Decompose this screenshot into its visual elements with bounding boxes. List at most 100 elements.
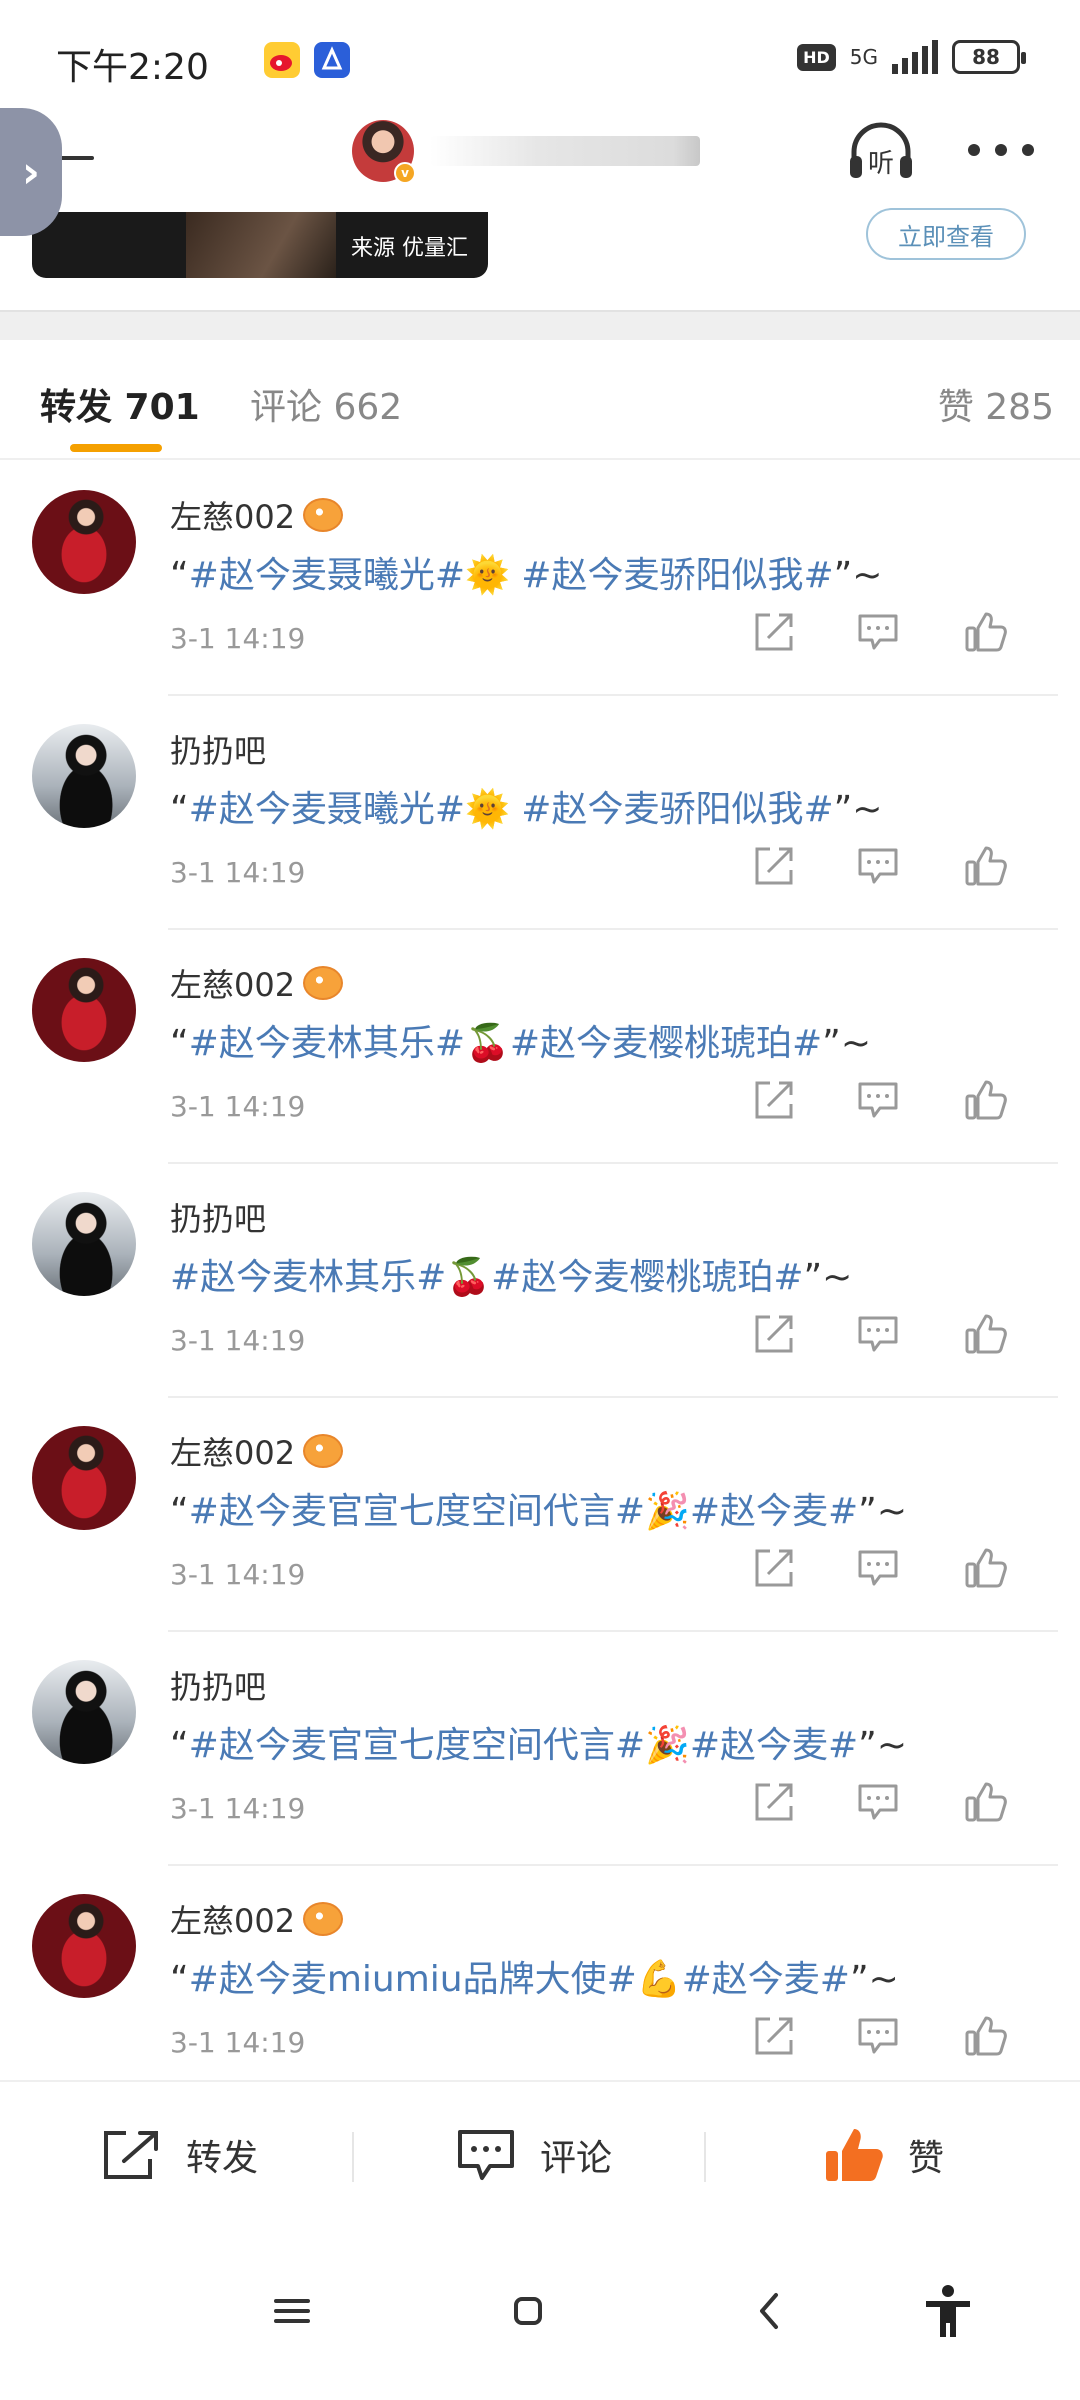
topic-link[interactable]: #赵今麦骄阳似我# <box>521 789 833 830</box>
thumbs-up-icon[interactable] <box>964 1546 1008 1590</box>
hd-badge: HD <box>797 43 836 71</box>
topic-link[interactable]: #赵今麦官宣七度空间代言# <box>189 1491 645 1532</box>
thumbs-up-icon[interactable] <box>964 2014 1008 2058</box>
view-now-button[interactable]: 立即查看 <box>866 208 1026 260</box>
topic-link[interactable]: #赵今麦聂曦光# <box>189 789 465 830</box>
topic-link[interactable]: #赵今麦miumiu品牌大使# <box>189 1959 637 2000</box>
topic-link[interactable]: #赵今麦林其乐# <box>170 1257 446 1298</box>
thumbs-up-icon[interactable] <box>964 1078 1008 1122</box>
username[interactable]: 左慈002 <box>170 492 344 538</box>
side-panel-handle[interactable]: › <box>0 108 62 236</box>
tab-like[interactable]: 赞 285 <box>938 378 1054 430</box>
user-badge-icon <box>303 1434 344 1468</box>
comment-label: 评论 <box>540 2137 613 2179</box>
tab-repost[interactable]: 转发 701 <box>40 378 200 430</box>
timestamp: 3-1 14:19 <box>170 1792 306 1825</box>
user-badge-icon <box>303 966 344 1000</box>
share-icon[interactable] <box>752 2014 796 2058</box>
app-notification-icon <box>314 42 350 78</box>
more-options-button[interactable] <box>968 140 1034 160</box>
chevron-right-icon: › <box>21 146 41 198</box>
bottom-separator <box>352 2132 354 2182</box>
thumbs-up-icon[interactable] <box>964 1780 1008 1824</box>
menu-icon[interactable] <box>262 2281 322 2341</box>
username[interactable]: 左慈002 <box>170 1428 344 1474</box>
thumbs-up-icon[interactable] <box>964 610 1008 654</box>
emoji: 🎉 <box>645 1725 690 1766</box>
topic-link[interactable]: #赵今麦聂曦光# <box>189 555 465 596</box>
share-icon[interactable] <box>752 1078 796 1122</box>
user-avatar[interactable] <box>32 490 136 594</box>
headphones-icon: 听 <box>850 122 912 179</box>
comment-icon[interactable] <box>856 1312 900 1356</box>
username-text: 扔扔吧 <box>170 1668 267 1706</box>
user-avatar[interactable] <box>32 1192 136 1296</box>
list-item[interactable]: 左慈002 “#赵今麦官宣七度空间代言#🎉#赵今麦#”~ 3-1 14:19 <box>0 1398 1080 1632</box>
user-badge-icon <box>303 1902 344 1936</box>
username-text: 左慈002 <box>170 966 296 1004</box>
user-avatar[interactable] <box>32 1894 136 1998</box>
username-text: 左慈002 <box>170 1902 296 1940</box>
list-item[interactable]: 左慈002 “#赵今麦miumiu品牌大使#💪#赵今麦#”~ 3-1 14:19 <box>0 1866 1080 2100</box>
comment-icon[interactable] <box>856 2014 900 2058</box>
list-item[interactable]: 左慈002 “#赵今麦林其乐#🍒#赵今麦樱桃琥珀#”~ 3-1 14:19 <box>0 930 1080 1164</box>
username[interactable]: 扔扔吧 <box>170 1662 266 1708</box>
back-icon[interactable] <box>740 2281 800 2341</box>
share-icon[interactable] <box>752 1312 796 1356</box>
username-text: 扔扔吧 <box>170 732 267 770</box>
topic-link[interactable]: #赵今麦# <box>690 1491 858 1532</box>
timestamp: 3-1 14:19 <box>170 622 306 655</box>
username[interactable]: 扔扔吧 <box>170 1194 266 1240</box>
share-icon[interactable] <box>752 844 796 888</box>
user-avatar[interactable] <box>32 724 136 828</box>
emoji: 🌞 <box>465 555 510 596</box>
verified-badge-icon: v <box>394 162 416 184</box>
user-avatar[interactable] <box>32 1660 136 1764</box>
listen-button[interactable]: 听 <box>846 120 916 184</box>
user-avatar[interactable] <box>32 958 136 1062</box>
user-avatar[interactable] <box>32 1426 136 1530</box>
quote-close: ”~ <box>803 1257 853 1298</box>
comment-icon[interactable] <box>856 610 900 654</box>
list-item[interactable]: 扔扔吧 #赵今麦林其乐#🍒#赵今麦樱桃琥珀#”~ 3-1 14:19 <box>0 1164 1080 1398</box>
thumbs-up-icon[interactable] <box>964 1312 1008 1356</box>
active-tab-indicator <box>70 444 162 452</box>
topic-link[interactable]: #赵今麦# <box>690 1725 858 1766</box>
list-item[interactable]: 扔扔吧 “#赵今麦聂曦光#🌞 #赵今麦骄阳似我#”~ 3-1 14:19 <box>0 696 1080 930</box>
username[interactable]: 扔扔吧 <box>170 726 266 772</box>
topic-link[interactable]: #赵今麦骄阳似我# <box>521 555 833 596</box>
ad-image <box>186 212 336 278</box>
list-item[interactable]: 扔扔吧 “#赵今麦官宣七度空间代言#🎉#赵今麦#”~ 3-1 14:19 <box>0 1632 1080 1866</box>
comment-icon[interactable] <box>856 1078 900 1122</box>
topic-link[interactable]: #赵今麦樱桃琥珀# <box>510 1023 822 1064</box>
topic-link[interactable]: #赵今麦林其乐# <box>189 1023 465 1064</box>
repost-button[interactable]: 转发 <box>100 2082 258 2227</box>
quote-open: “ <box>170 555 189 596</box>
ad-banner[interactable]: 来源 优量汇 <box>32 212 488 278</box>
share-icon[interactable] <box>752 1780 796 1824</box>
share-icon[interactable] <box>752 1546 796 1590</box>
like-button[interactable]: 赞 <box>822 2082 944 2227</box>
topic-link[interactable]: #赵今麦# <box>682 1959 850 2000</box>
username-text: 左慈002 <box>170 1434 296 1472</box>
comment-icon[interactable] <box>856 1780 900 1824</box>
quote-open: “ <box>170 789 189 830</box>
tab-comment[interactable]: 评论 662 <box>250 378 402 430</box>
comment-icon[interactable] <box>856 1546 900 1590</box>
topic-link[interactable]: #赵今麦官宣七度空间代言# <box>189 1725 645 1766</box>
comment-icon[interactable] <box>856 844 900 888</box>
topic-link[interactable]: #赵今麦樱桃琥珀# <box>491 1257 803 1298</box>
repost-text: “#赵今麦聂曦光#🌞 #赵今麦骄阳似我#”~ <box>170 780 882 832</box>
bottom-action-bar: 转发 评论 赞 <box>0 2080 1080 2225</box>
interaction-tabs: 转发 701 评论 662 赞 285 <box>0 340 1080 460</box>
accessibility-icon[interactable] <box>918 2281 978 2341</box>
share-icon[interactable] <box>752 610 796 654</box>
thumbs-up-icon[interactable] <box>964 844 1008 888</box>
list-item[interactable]: 左慈002 “#赵今麦聂曦光#🌞 #赵今麦骄阳似我#”~ 3-1 14:19 <box>0 462 1080 696</box>
comment-button[interactable]: 评论 <box>454 2082 612 2227</box>
username[interactable]: 左慈002 <box>170 1896 344 1942</box>
signal-icon <box>892 40 938 74</box>
home-icon[interactable] <box>498 2281 558 2341</box>
username[interactable]: 左慈002 <box>170 960 344 1006</box>
network-type: 5G <box>849 45 878 69</box>
